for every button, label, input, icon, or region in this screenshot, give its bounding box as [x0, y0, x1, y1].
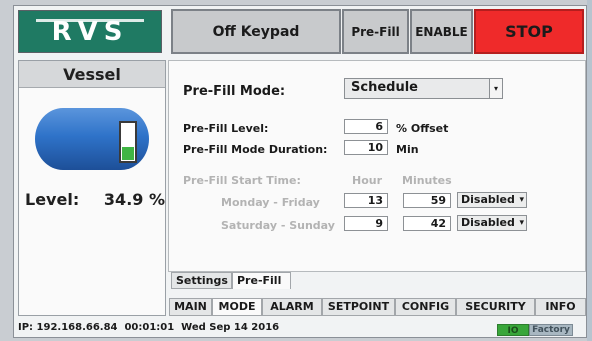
- weekday-status-value: Disabled: [461, 193, 515, 206]
- tab-info[interactable]: INFO: [535, 298, 586, 316]
- vessel-title: Vessel: [19, 61, 165, 88]
- chevron-down-icon: ▾: [519, 195, 524, 205]
- prefill-duration-input[interactable]: 10: [344, 140, 388, 155]
- prefill-mode-value: Schedule: [351, 80, 418, 95]
- prefill-duration-label: Pre-Fill Mode Duration:: [183, 143, 328, 156]
- tab-config[interactable]: CONFIG: [395, 298, 456, 316]
- start-time-label: Pre-Fill Start Time:: [183, 174, 301, 187]
- pre-fill-button[interactable]: Pre-Fill: [342, 9, 409, 54]
- io-indicator: IO: [497, 324, 529, 336]
- prefill-level-input[interactable]: 6: [344, 119, 388, 134]
- enable-button[interactable]: ENABLE: [410, 9, 473, 54]
- rvs-logo-mark: RVS: [36, 17, 144, 47]
- vessel-panel: Vessel Level: 34.9 %: [18, 60, 166, 316]
- vessel-tank-icon: [35, 108, 149, 170]
- prefill-mode-select[interactable]: Schedule ▾: [344, 78, 503, 99]
- chevron-down-icon: ▾: [489, 79, 502, 98]
- stop-button[interactable]: STOP: [474, 9, 584, 54]
- minutes-header: Minutes: [402, 174, 452, 187]
- chevron-down-icon: ▾: [519, 218, 524, 228]
- prefill-settings-panel: Pre-Fill Mode: Schedule ▾ Pre-Fill Level…: [168, 60, 586, 272]
- schedule-day-label: Saturday - Sunday: [221, 219, 335, 232]
- weekend-status-dropdown[interactable]: Disabled ▾: [457, 215, 527, 231]
- hour-header: Hour: [352, 174, 383, 187]
- tab-settings[interactable]: Settings: [171, 272, 232, 289]
- level-gauge-fill: [122, 147, 134, 160]
- prefill-level-unit: % Offset: [396, 122, 449, 135]
- rvs-logo: RVS: [18, 10, 162, 53]
- schedule-day-label: Monday - Friday: [221, 196, 320, 209]
- tab-setpoint[interactable]: SETPOINT: [322, 298, 395, 316]
- status-text: IP: 192.168.66.84 00:01:01 Wed Sep 14 20…: [18, 322, 280, 333]
- weekend-minutes-input[interactable]: 42: [403, 216, 451, 231]
- level-value: 34.9 %: [103, 190, 165, 209]
- level-readout: Level: 34.9 %: [25, 190, 165, 209]
- weekday-minutes-input[interactable]: 59: [403, 193, 451, 208]
- level-label: Level:: [25, 190, 80, 209]
- prefill-mode-label: Pre-Fill Mode:: [183, 84, 286, 99]
- prefill-duration-unit: Min: [396, 143, 419, 156]
- tab-security[interactable]: SECURITY: [456, 298, 535, 316]
- tab-alarm[interactable]: ALARM: [262, 298, 322, 316]
- tab-main[interactable]: MAIN: [169, 298, 212, 316]
- weekend-status-value: Disabled: [461, 216, 515, 229]
- prefill-level-label: Pre-Fill Level:: [183, 122, 269, 135]
- main-tab-bar: MAIN MODE ALARM SETPOINT CONFIG SECURITY…: [169, 298, 586, 316]
- tab-pre-fill[interactable]: Pre-Fill: [232, 272, 291, 289]
- weekday-hour-input[interactable]: 13: [344, 193, 388, 208]
- tab-mode[interactable]: MODE: [212, 298, 262, 316]
- weekday-status-dropdown[interactable]: Disabled ▾: [457, 192, 527, 208]
- device-bezel: [587, 0, 592, 341]
- off-keypad-button[interactable]: Off Keypad: [171, 9, 341, 54]
- factory-indicator: Factory: [529, 324, 573, 336]
- weekend-hour-input[interactable]: 9: [344, 216, 388, 231]
